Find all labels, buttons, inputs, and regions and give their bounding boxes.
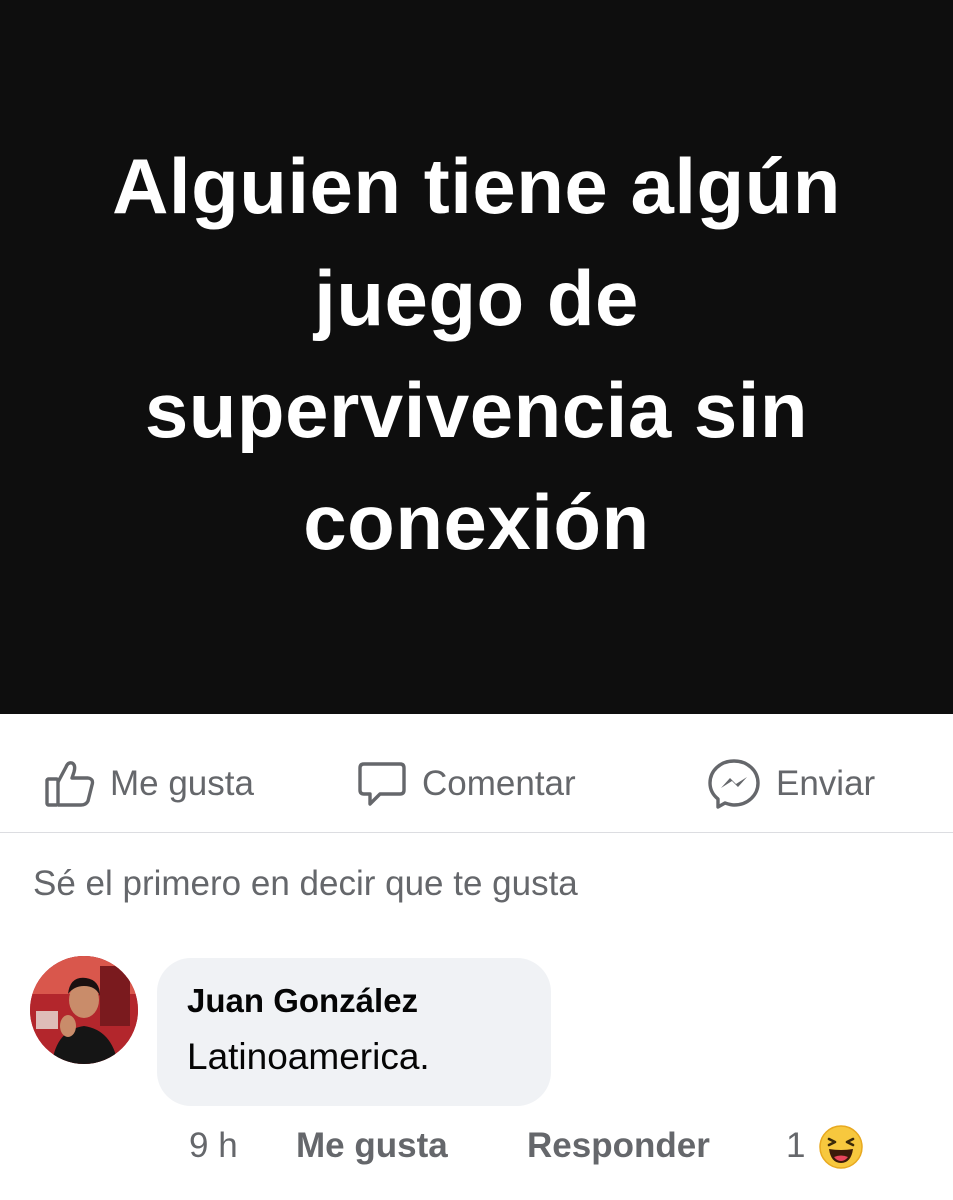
like-button[interactable]: Me gusta bbox=[44, 754, 254, 814]
like-button-label: Me gusta bbox=[110, 764, 254, 803]
laughing-emoji-icon[interactable] bbox=[818, 1124, 864, 1170]
post-image[interactable]: Alguien tiene algún juego de supervivenc… bbox=[0, 0, 953, 714]
post-text: Alguien tiene algún juego de supervivenc… bbox=[47, 130, 907, 578]
comment-bubble: Juan González Latinoamerica. bbox=[157, 958, 551, 1106]
reactions-summary[interactable]: Sé el primero en decir que te gusta bbox=[33, 864, 578, 904]
comment-author[interactable]: Juan González bbox=[187, 982, 418, 1020]
messenger-icon bbox=[706, 757, 762, 811]
thumbs-up-icon bbox=[44, 759, 96, 809]
avatar[interactable] bbox=[30, 956, 138, 1064]
post-text-line: conexión bbox=[303, 478, 650, 566]
speech-bubble-icon bbox=[356, 759, 408, 809]
comment-text: Latinoamerica. bbox=[187, 1036, 430, 1077]
send-button[interactable]: Enviar bbox=[706, 754, 875, 814]
post-text-line: juego de bbox=[314, 254, 639, 342]
comment-timestamp[interactable]: 9 h bbox=[189, 1126, 238, 1166]
comment-reply-button[interactable]: Responder bbox=[527, 1126, 710, 1166]
comment-like-button[interactable]: Me gusta bbox=[296, 1126, 448, 1166]
reaction-count[interactable]: 1 bbox=[786, 1126, 805, 1166]
post-actions-bar: Me gusta Comentar Enviar bbox=[0, 714, 953, 833]
send-button-label: Enviar bbox=[776, 764, 876, 803]
post-text-line: supervivencia sin bbox=[144, 366, 809, 454]
comment-button-label: Comentar bbox=[422, 764, 576, 803]
post-text-line: Alguien tiene algún bbox=[112, 142, 841, 230]
comment-button[interactable]: Comentar bbox=[356, 754, 576, 814]
